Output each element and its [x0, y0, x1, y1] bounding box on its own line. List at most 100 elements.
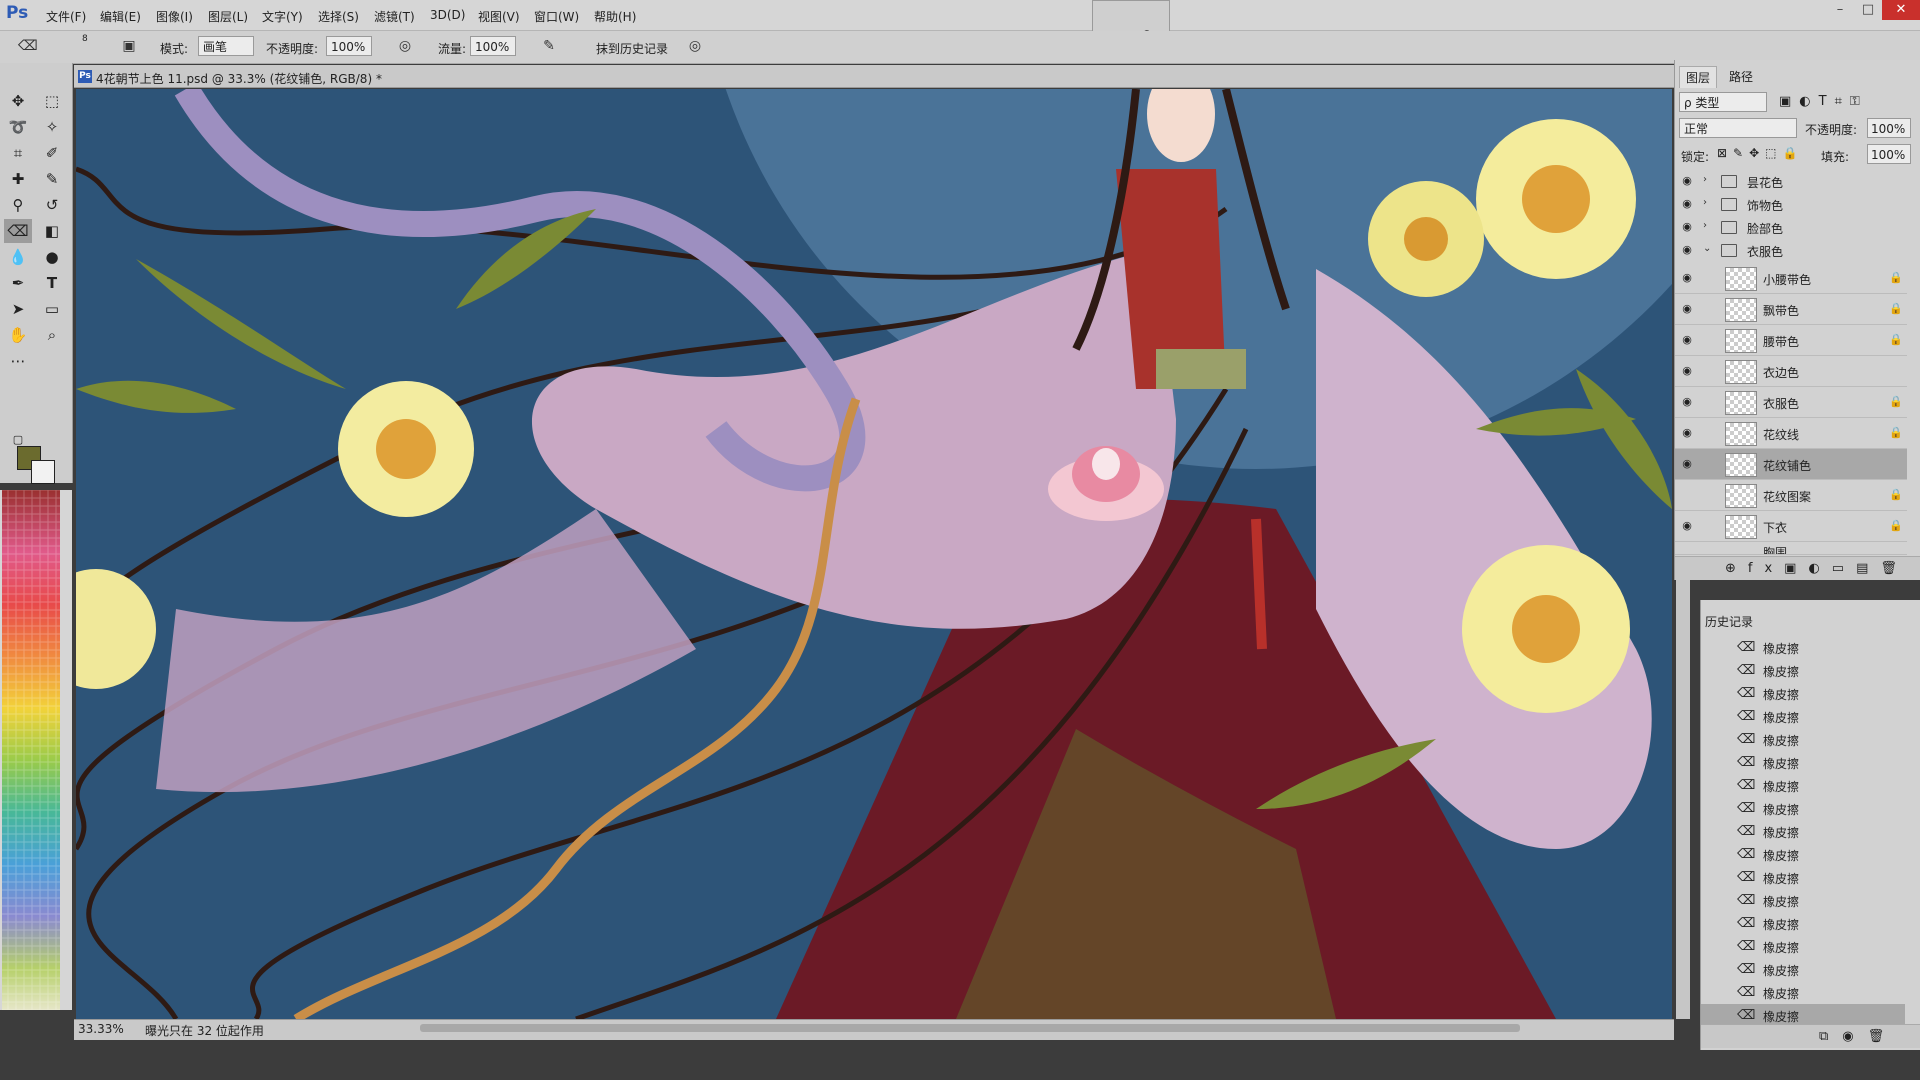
- rectangle-tool-icon[interactable]: ▭: [38, 297, 66, 321]
- history-item[interactable]: ⌫ 橡皮擦: [1701, 889, 1905, 912]
- marquee-tool-icon[interactable]: ⬚: [38, 89, 66, 113]
- menu-help[interactable]: 帮助(H): [594, 8, 636, 25]
- layer-opacity-input[interactable]: 100%: [1867, 118, 1911, 138]
- menu-type[interactable]: 文字(Y): [262, 8, 303, 25]
- flow-input[interactable]: 100%: [470, 36, 516, 56]
- path-select-icon[interactable]: ➤: [4, 297, 32, 321]
- eye-icon[interactable]: ◉: [1679, 394, 1695, 410]
- layer-row-selected[interactable]: ◉ 花纹铺色: [1675, 449, 1907, 480]
- layer-row[interactable]: ◉ 下衣 🔒: [1675, 511, 1907, 542]
- eye-icon[interactable]: ◉: [1679, 301, 1695, 317]
- tab-layers[interactable]: 图层: [1679, 66, 1718, 88]
- eye-hidden-icon[interactable]: ◉: [1679, 487, 1695, 503]
- eye-icon[interactable]: ◉: [1679, 196, 1695, 212]
- background-color[interactable]: [31, 460, 55, 484]
- eye-icon[interactable]: ◉: [1679, 242, 1695, 258]
- lasso-tool-icon[interactable]: ➰: [4, 115, 32, 139]
- layer-actions-bar[interactable]: ⊕fx▣◐▭▤🗑: [1675, 556, 1920, 580]
- menu-view[interactable]: 视图(V): [478, 8, 520, 25]
- fill-input[interactable]: 100%: [1867, 144, 1911, 164]
- eye-icon[interactable]: ◉: [1679, 219, 1695, 235]
- brush-tool-icon[interactable]: ✎: [38, 167, 66, 191]
- eraser-icon[interactable]: ⌫: [18, 37, 38, 55]
- menu-window[interactable]: 窗口(W): [534, 8, 579, 25]
- canvas-horizontal-scrollbar[interactable]: [420, 1024, 1520, 1032]
- history-item[interactable]: ⌫ 橡皮擦: [1701, 958, 1905, 981]
- pen-tool-icon[interactable]: ✒: [4, 271, 32, 295]
- menu-3d[interactable]: 3D(D): [430, 8, 465, 22]
- history-item[interactable]: ⌫ 橡皮擦: [1701, 820, 1905, 843]
- history-item[interactable]: ⌫ 橡皮擦: [1701, 751, 1905, 774]
- eye-icon[interactable]: ◉: [1679, 456, 1695, 472]
- layer-group[interactable]: ◉ › 饰物色: [1675, 193, 1907, 216]
- eyedropper-icon[interactable]: ✐: [38, 141, 66, 165]
- history-brush-icon[interactable]: ↺: [38, 193, 66, 217]
- paint-bucket-icon[interactable]: ◧: [38, 219, 66, 243]
- eye-icon[interactable]: ◉: [1679, 518, 1695, 534]
- pressure-opacity-icon[interactable]: ◎: [396, 37, 414, 55]
- screen-mode-icon[interactable]: ▢: [4, 428, 32, 452]
- brush-size[interactable]: 8: [82, 34, 88, 44]
- eye-icon[interactable]: ◉: [1679, 173, 1695, 189]
- history-item[interactable]: ⌫ 橡皮擦: [1701, 705, 1905, 728]
- tab-paths[interactable]: 路径: [1723, 66, 1759, 87]
- more-tools-icon[interactable]: ⋯: [4, 349, 32, 373]
- type-tool-icon[interactable]: T: [38, 271, 66, 295]
- dodge-tool-icon[interactable]: ●: [38, 245, 66, 269]
- history-item[interactable]: ⌫ 橡皮擦: [1701, 682, 1905, 705]
- brush-panel-icon[interactable]: ▣: [120, 37, 138, 55]
- menu-select[interactable]: 选择(S): [318, 8, 359, 25]
- swatch-grid[interactable]: [0, 490, 64, 1010]
- eye-icon[interactable]: ◉: [1679, 363, 1695, 379]
- eraser-tool-icon[interactable]: ⌫: [4, 219, 32, 243]
- menu-layer[interactable]: 图层(L): [208, 8, 248, 25]
- menu-filter[interactable]: 滤镜(T): [374, 8, 415, 25]
- layer-row[interactable]: ◉ 衣边色: [1675, 356, 1907, 387]
- layer-row[interactable]: 胸围: [1675, 542, 1907, 555]
- opacity-input[interactable]: 100%: [326, 36, 372, 56]
- pressure-size-icon[interactable]: ◎: [686, 37, 704, 55]
- layer-group[interactable]: ◉ › 昙花色: [1675, 170, 1907, 193]
- history-item[interactable]: ⌫ 橡皮擦: [1701, 866, 1905, 889]
- chevron-down-icon[interactable]: ⌄: [1703, 243, 1711, 254]
- move-tool-icon[interactable]: ✥: [4, 89, 32, 113]
- close-icon[interactable]: ✕: [1882, 0, 1920, 20]
- layer-group[interactable]: ◉ ⌄ 衣服色: [1675, 239, 1907, 262]
- history-item[interactable]: ⌫ 橡皮擦: [1701, 935, 1905, 958]
- layer-group[interactable]: ◉ › 脸部色: [1675, 216, 1907, 239]
- history-item[interactable]: ⌫ 橡皮擦: [1701, 912, 1905, 935]
- menu-image[interactable]: 图像(I): [156, 8, 193, 25]
- hand-tool-icon[interactable]: ✋: [4, 323, 32, 347]
- filter-icons[interactable]: ▣◐T⌗⚿: [1779, 94, 1868, 109]
- zoom-tool-icon[interactable]: ⌕: [38, 323, 66, 347]
- clone-stamp-icon[interactable]: ⚲: [4, 193, 32, 217]
- chevron-right-icon[interactable]: ›: [1703, 174, 1707, 185]
- eye-icon[interactable]: ◉: [1679, 425, 1695, 441]
- mode-select[interactable]: 画笔: [198, 36, 254, 56]
- layer-row[interactable]: ◉ 腰带色 🔒: [1675, 325, 1907, 356]
- layer-row[interactable]: ◉ 花纹线 🔒: [1675, 418, 1907, 449]
- layer-row[interactable]: ◉ 小腰带色 🔒: [1675, 263, 1907, 294]
- history-item[interactable]: ⌫ 橡皮擦: [1701, 843, 1905, 866]
- history-item[interactable]: ⌫ 橡皮擦: [1701, 774, 1905, 797]
- layer-row[interactable]: ◉ 衣服色 🔒: [1675, 387, 1907, 418]
- history-item[interactable]: ⌫ 橡皮擦: [1701, 659, 1905, 682]
- chevron-right-icon[interactable]: ›: [1703, 197, 1707, 208]
- history-actions-bar[interactable]: ⧉◉🗑: [1701, 1024, 1920, 1048]
- history-item[interactable]: ⌫ 橡皮擦: [1701, 797, 1905, 820]
- menu-file[interactable]: 文件(F): [46, 8, 86, 25]
- history-title[interactable]: 历史记录: [1705, 613, 1753, 630]
- chevron-right-icon[interactable]: ›: [1703, 220, 1707, 231]
- magic-wand-icon[interactable]: ✧: [38, 115, 66, 139]
- eye-icon[interactable]: ◉: [1679, 332, 1695, 348]
- minimize-icon[interactable]: –: [1826, 0, 1854, 20]
- layer-filter-select[interactable]: ρ 类型: [1679, 92, 1767, 112]
- layer-row[interactable]: ◉ 花纹图案 🔒: [1675, 480, 1907, 511]
- menu-edit[interactable]: 编辑(E): [100, 8, 141, 25]
- artwork-canvas[interactable]: [76, 89, 1672, 1019]
- airbrush-icon[interactable]: ✎: [540, 37, 558, 55]
- layer-row[interactable]: ◉ 飘带色 🔒: [1675, 294, 1907, 325]
- blur-tool-icon[interactable]: 💧: [4, 245, 32, 269]
- zoom-readout[interactable]: 33.33%: [78, 1022, 124, 1036]
- history-item[interactable]: ⌫ 橡皮擦: [1701, 981, 1905, 1004]
